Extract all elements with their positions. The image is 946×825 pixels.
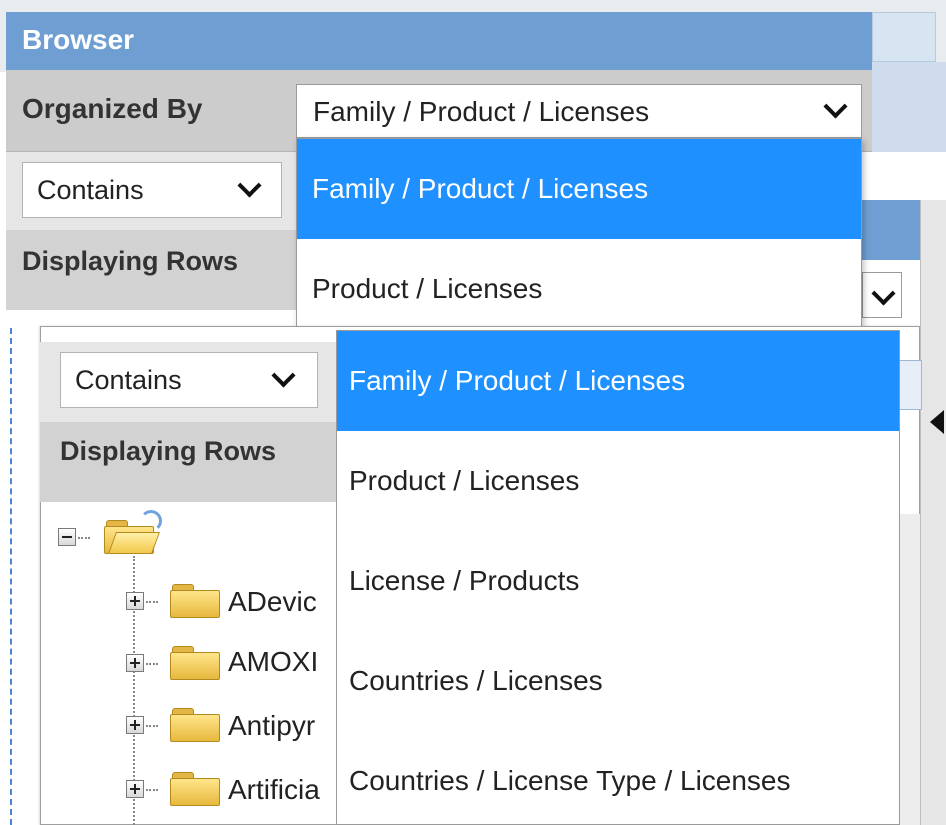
tree-connector (78, 537, 90, 539)
dropdown-option[interactable]: Product / Licenses (337, 431, 899, 531)
dropdown-option[interactable]: Family / Product / Licenses (297, 139, 861, 239)
dropdown-option[interactable]: Product / Licenses (297, 239, 861, 339)
chevron-down-icon (823, 94, 848, 119)
dropdown-option-label: Product / Licenses (312, 273, 543, 304)
filter-mode-value: Contains (75, 365, 182, 395)
dropdown-option-label: Countries / License Type / Licenses (349, 765, 791, 796)
organized-by-select[interactable]: Family / Product / Licenses (296, 84, 862, 138)
tree-item-label[interactable]: ADevic (228, 586, 317, 618)
drag-guide-line (10, 328, 12, 825)
collapse-toggle-icon[interactable] (58, 528, 76, 546)
chevron-down-icon (871, 281, 896, 306)
filter-mode-select[interactable]: Contains (60, 352, 318, 408)
tree-item-label[interactable]: Antipyr (228, 710, 315, 742)
chevron-down-icon (237, 173, 262, 198)
organized-by-label: Organized By (22, 93, 203, 124)
collapse-panel-icon[interactable] (930, 410, 944, 434)
dropdown-option-label: License / Products (349, 565, 580, 596)
filter-mode-value: Contains (37, 175, 144, 205)
dropdown-option-label: Countries / Licenses (349, 665, 603, 696)
organized-by-dropdown: Family / Product / Licenses Product / Li… (336, 330, 900, 825)
expand-toggle-icon[interactable] (126, 780, 144, 798)
browser-title-bar: Browser (6, 12, 872, 70)
dropdown-option[interactable]: License / Products (337, 531, 899, 631)
tree-connector (146, 725, 158, 727)
displaying-rows-label: Displaying Rows (60, 436, 277, 466)
right-side-panel (920, 200, 946, 825)
organized-by-dropdown: Family / Product / Licenses Product / Li… (296, 138, 862, 328)
filter-mode-select[interactable]: Contains (22, 162, 282, 218)
expand-toggle-icon[interactable] (126, 654, 144, 672)
folder-icon (170, 772, 220, 806)
dropdown-option-label: Product / Licenses (349, 465, 580, 496)
folder-icon (170, 646, 220, 680)
expand-toggle-icon[interactable] (126, 592, 144, 610)
search-field-edge[interactable] (898, 360, 922, 410)
tree-item-label[interactable]: Artificia (228, 774, 320, 806)
dropdown-option[interactable]: Countries / Licenses (337, 631, 899, 731)
browser-title: Browser (22, 24, 135, 55)
tree-item-label[interactable]: AMOXI (228, 646, 318, 678)
dropdown-option[interactable]: Countries / License Type / Licenses (337, 731, 899, 824)
title-bar-right-control (872, 12, 936, 62)
back-select-control[interactable] (862, 272, 902, 318)
tree-connector (146, 789, 158, 791)
open-folder-icon[interactable] (104, 510, 162, 554)
folder-icon (170, 708, 220, 742)
dropdown-option-label: Family / Product / Licenses (312, 173, 649, 204)
dropdown-option-label: Family / Product / Licenses (349, 365, 686, 396)
tree-connector (146, 663, 158, 665)
organized-by-select-value: Family / Product / Licenses (313, 96, 650, 127)
dropdown-option[interactable]: Family / Product / Licenses (337, 331, 899, 431)
toolbar-right-area (872, 62, 946, 152)
chevron-down-icon (271, 363, 296, 388)
displaying-rows-label: Displaying Rows (22, 246, 239, 276)
panel-header-strip (862, 200, 920, 260)
tree-connector (146, 601, 158, 603)
folder-icon (170, 584, 220, 618)
expand-toggle-icon[interactable] (126, 716, 144, 734)
vertical-scrollbar[interactable] (898, 514, 920, 825)
